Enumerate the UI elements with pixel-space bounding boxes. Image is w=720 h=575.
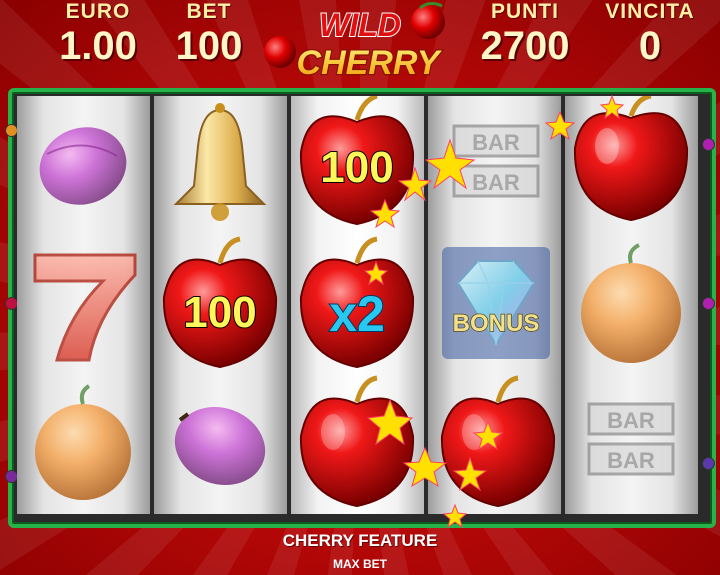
cherry-feature-label: CHERRY FEATURE [282, 531, 438, 550]
reel-4: BAR BAR BONUS [428, 96, 561, 514]
orange-icon [565, 235, 698, 374]
bar-label: BAR [607, 408, 655, 433]
bar-bar-icon: BAR BAR [428, 96, 561, 235]
plum-icon [17, 96, 150, 235]
reel-5: BAR BAR [565, 96, 698, 514]
payline-marker-right-2 [702, 297, 715, 310]
logo-line2: CHERRY [297, 44, 443, 82]
cherry-value-label: 100 [320, 143, 393, 192]
max-bet-button[interactable]: MAX BET [0, 557, 720, 571]
cherry-icon [291, 374, 424, 513]
punti-label: PUNTI [491, 0, 559, 23]
bell-icon [154, 96, 287, 235]
payline-marker-right-1 [702, 138, 715, 151]
vincita-value: 0 [638, 24, 662, 68]
punti-value: 2700 [480, 24, 570, 68]
cherry-x2: x2 [291, 235, 424, 374]
vincita-display: VINCITA 0 [585, 0, 715, 68]
bonus-label: BONUS [453, 310, 540, 337]
cherry-value-label: 100 [183, 288, 256, 337]
bet-label: BET [186, 0, 232, 23]
bar-label: BAR [472, 170, 520, 195]
cherry-icon [565, 96, 698, 235]
cherry-icon [428, 374, 561, 513]
plum-icon [154, 374, 287, 513]
reel-1 [17, 96, 150, 514]
wild-cherry-logo: WILD CHERRY [264, 2, 445, 83]
bar-bar-icon: BAR BAR [565, 374, 698, 513]
seven-icon [17, 235, 150, 374]
punti-display: PUNTI 2700 [460, 0, 590, 68]
diamond-bonus-icon: BONUS [428, 235, 561, 374]
logo-line1: WILD [319, 7, 401, 43]
bet-value: 100 [175, 24, 243, 68]
bar-label: BAR [472, 130, 520, 155]
reel-3: 100 x2 [291, 96, 424, 514]
cherry-100: 100 [291, 96, 424, 235]
cherry-100: 100 [154, 235, 287, 374]
reel-2: 100 [154, 96, 287, 514]
payline-marker-right-3 [702, 457, 715, 470]
bar-label: BAR [607, 448, 655, 473]
vincita-label: VINCITA [605, 0, 695, 23]
bet-display[interactable]: BET 100 [144, 0, 274, 68]
orange-icon [17, 374, 150, 513]
multiplier-label: x2 [329, 286, 385, 342]
